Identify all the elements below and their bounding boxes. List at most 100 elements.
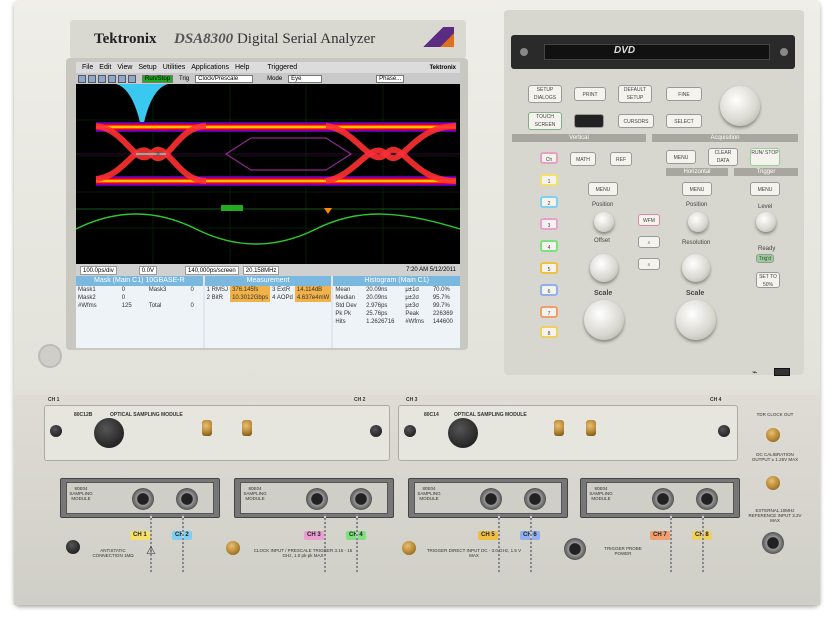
display-screen[interactable]: File Edit View Setup Utilities Applicati… bbox=[76, 62, 460, 348]
math-button[interactable]: MATH bbox=[570, 152, 596, 166]
ch4-electrical-port[interactable] bbox=[350, 488, 372, 510]
ch7-electrical-port[interactable] bbox=[652, 488, 674, 510]
vertical-menu-button[interactable]: MENU bbox=[588, 182, 618, 196]
general-purpose-knob[interactable] bbox=[720, 86, 760, 126]
ch5-electrical-port[interactable] bbox=[480, 488, 502, 510]
tdr-clock-connector[interactable] bbox=[766, 428, 780, 442]
sample-field[interactable]: 140,000ps/screen bbox=[185, 265, 239, 275]
print-button[interactable]: PRINT bbox=[574, 87, 606, 101]
eye-diagram-plot[interactable] bbox=[76, 84, 460, 264]
channel-6-button[interactable]: 6 bbox=[540, 284, 558, 296]
trigger-menu-button[interactable]: MENU bbox=[750, 182, 780, 196]
toolbar-icon-3[interactable] bbox=[98, 74, 106, 83]
menu-file[interactable]: File bbox=[82, 64, 93, 71]
vertical-field[interactable]: 0.0V bbox=[138, 265, 158, 275]
toolbar-icon-1[interactable] bbox=[78, 74, 86, 83]
menu-help[interactable]: Help bbox=[235, 64, 249, 71]
menu-edit[interactable]: Edit bbox=[99, 64, 111, 71]
default-setup-button[interactable]: DEFAULT SETUP bbox=[618, 85, 652, 103]
chain-icon bbox=[498, 514, 500, 574]
measurement-panel[interactable]: Measurement 1 RMSJ 376.145fs 3 ExtR 14.114d… bbox=[204, 276, 332, 348]
ch8-electrical-port[interactable] bbox=[696, 488, 718, 510]
touch-screen-button[interactable]: TOUCH SCREEN bbox=[528, 112, 562, 130]
run-stop-hw-button[interactable]: RUN/ STOP bbox=[750, 148, 780, 166]
channel-2-button[interactable]: 2 bbox=[540, 196, 558, 208]
optical-input-cap-1[interactable] bbox=[94, 418, 124, 448]
horizontal-scale-knob[interactable] bbox=[676, 300, 716, 340]
power-button[interactable] bbox=[38, 344, 62, 368]
mode-select[interactable]: Eye bbox=[288, 74, 323, 83]
optical-connector-1b[interactable] bbox=[242, 420, 252, 436]
ch3-label: CH 3 bbox=[304, 531, 324, 540]
channel-7-button[interactable]: 7 bbox=[540, 306, 558, 318]
mask-panel[interactable]: Mask (Main C1) 10GBASE-R Mask1 0 Mask3 0 Ma… bbox=[76, 276, 203, 348]
ch6-electrical-port[interactable] bbox=[524, 488, 546, 510]
ch3-electrical-port[interactable] bbox=[306, 488, 328, 510]
offset-knob[interactable] bbox=[590, 254, 618, 282]
set-50-button[interactable]: SET TO 50% bbox=[756, 272, 780, 288]
channel-4-button[interactable]: 4 bbox=[540, 240, 558, 252]
vertical-position-knob[interactable] bbox=[594, 212, 614, 232]
dvd-logo: DVD bbox=[614, 45, 636, 56]
menu-utilities[interactable]: Utilities bbox=[163, 64, 186, 71]
dark-button[interactable] bbox=[574, 114, 604, 128]
trigger-probe-port[interactable] bbox=[564, 538, 586, 560]
toolbar-icon-2[interactable] bbox=[88, 74, 96, 83]
channel-3-button[interactable]: 3 bbox=[540, 218, 558, 230]
channel-8-button[interactable]: 8 bbox=[540, 326, 558, 338]
trigger-level-knob[interactable] bbox=[756, 212, 776, 232]
ch1-label: CH 1 bbox=[130, 531, 150, 540]
ref-button[interactable]: REF bbox=[610, 152, 632, 166]
ch1-electrical-port[interactable] bbox=[132, 488, 154, 510]
acq-menu-button[interactable]: MENU bbox=[666, 150, 696, 164]
menu-applications[interactable]: Applications bbox=[191, 64, 229, 71]
usb-port[interactable] bbox=[774, 368, 790, 376]
rate-field[interactable]: 20.158MHz bbox=[242, 265, 280, 275]
select-button[interactable]: SELECT bbox=[666, 114, 702, 128]
zoom-out-icon[interactable]: ⌕ bbox=[638, 258, 660, 270]
cursors-button[interactable]: CURSORS bbox=[618, 114, 654, 128]
fine-button[interactable]: FINE bbox=[666, 87, 702, 101]
toolbar-icon-6[interactable] bbox=[128, 74, 136, 83]
run-stop-button[interactable]: Run/Stop bbox=[142, 74, 174, 83]
clock-input-connector[interactable] bbox=[226, 541, 240, 555]
zoom-in-icon[interactable]: ⌕ bbox=[638, 236, 660, 248]
trigger-direct-connector[interactable] bbox=[402, 541, 416, 555]
channel-marker bbox=[221, 205, 243, 211]
timebase-field[interactable]: 100.0ps/div bbox=[80, 265, 117, 275]
horizontal-menu-button[interactable]: MENU bbox=[682, 182, 712, 196]
antistatic-connector[interactable] bbox=[66, 540, 80, 554]
ch2-electrical-port[interactable] bbox=[176, 488, 198, 510]
clear-data-button[interactable]: CLEAR DATA bbox=[708, 148, 738, 166]
toolbar-icon-5[interactable] bbox=[118, 74, 126, 83]
table-row: Mask1 0 Mask3 0 bbox=[78, 287, 194, 293]
channel-5-button[interactable]: 5 bbox=[540, 262, 558, 274]
horizontal-position-knob[interactable] bbox=[688, 212, 708, 232]
histogram-panel[interactable]: Histogram (Main C1) Mean 20.09ns μ±1σ 70.0%… bbox=[333, 276, 460, 348]
menu-view[interactable]: View bbox=[117, 64, 132, 71]
dc-calibration-connector[interactable] bbox=[766, 476, 780, 490]
wfm-button[interactable]: WFM bbox=[638, 214, 660, 226]
resolution-knob[interactable] bbox=[682, 254, 710, 282]
instrument-chassis: Tektronix DSA8300 Digital Serial Analyze… bbox=[14, 0, 820, 605]
toolbar-icon-4[interactable] bbox=[108, 74, 116, 83]
trigger-probe-label: TRIGGER PROBE POWER bbox=[604, 546, 642, 556]
trig-source-select[interactable]: Clock/Prescale bbox=[195, 74, 254, 83]
optical-connector-2a[interactable] bbox=[554, 420, 564, 436]
external-reference-bnc[interactable] bbox=[762, 532, 784, 554]
optical-connector-1a[interactable] bbox=[202, 420, 212, 436]
channel-ch-button[interactable]: Ch bbox=[540, 152, 558, 164]
dvd-slot[interactable] bbox=[544, 44, 770, 60]
optical-input-cap-2[interactable] bbox=[448, 418, 478, 448]
channel-1-button[interactable]: 1 bbox=[540, 174, 558, 186]
usb-icon: ⌁ bbox=[752, 367, 758, 377]
table-row: Mean 20.09ns μ±1σ 70.0% bbox=[335, 287, 450, 293]
electrical-module-1-name: 80E04 SAMPLING MODULE bbox=[69, 486, 93, 501]
module-screw-icon bbox=[404, 425, 416, 437]
menu-setup[interactable]: Setup bbox=[138, 64, 156, 71]
vertical-section-title: Vertical bbox=[512, 134, 646, 142]
setup-dialogs-button[interactable]: SETUP DIALOGS bbox=[528, 85, 562, 103]
vertical-scale-knob[interactable] bbox=[584, 300, 624, 340]
phase-button[interactable]: Phase... bbox=[376, 74, 405, 83]
optical-connector-2b[interactable] bbox=[586, 420, 596, 436]
